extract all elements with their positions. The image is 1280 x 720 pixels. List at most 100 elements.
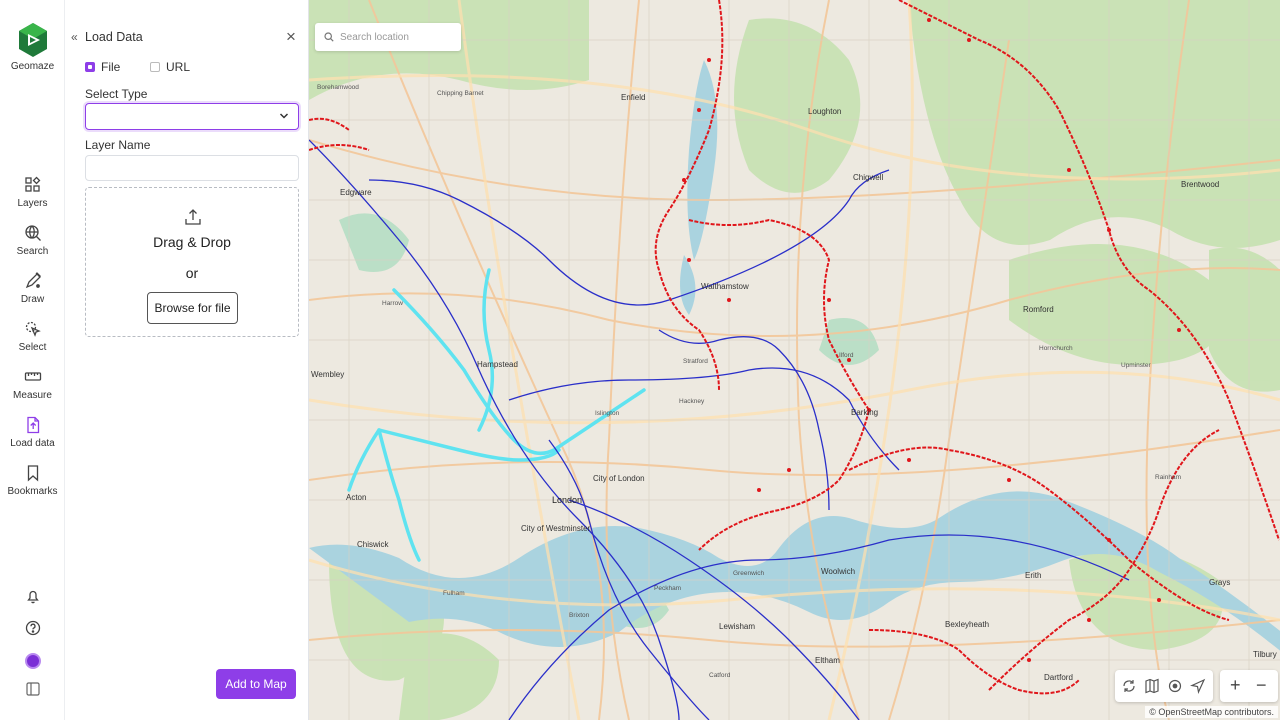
rail-bookmarks-label: Bookmarks <box>7 486 58 497</box>
load-data-icon <box>26 416 39 434</box>
select-type-label: Select Type <box>85 87 148 101</box>
browse-file-button[interactable]: Browse for file <box>147 292 238 324</box>
sidebar-toggle-button[interactable] <box>0 682 65 696</box>
label-enfield: Enfield <box>621 93 646 102</box>
source-option-url[interactable]: URL <box>150 60 190 74</box>
label-woolwich: Woolwich <box>821 567 856 576</box>
map-basemap <box>309 0 1280 720</box>
map-attribution[interactable]: © OpenStreetMap contributors. <box>1145 706 1278 718</box>
select-icon <box>25 321 41 337</box>
load-data-panel: « Load Data × File URL Select Type Layer… <box>65 0 309 720</box>
add-to-map-button[interactable]: Add to Map <box>216 669 296 699</box>
rail-select[interactable]: Select <box>0 320 65 353</box>
rail-bookmarks[interactable]: Bookmarks <box>0 464 65 497</box>
map-toolbar <box>1115 670 1213 702</box>
notifications-button[interactable] <box>0 588 65 604</box>
bell-icon <box>26 590 39 604</box>
rail-measure[interactable]: Measure <box>0 368 65 401</box>
app-root: Geomaze Layers Search Draw Select Measur… <box>0 0 1280 720</box>
label-harrow: Harrow <box>382 300 403 307</box>
label-rainham: Rainham <box>1155 474 1182 481</box>
rail-load-data[interactable]: Load data <box>0 416 65 449</box>
rail-measure-label: Measure <box>13 390 52 401</box>
label-city-of-westminster: City of Westminster <box>521 524 591 533</box>
search-placeholder: Search location <box>340 32 409 43</box>
app-logo[interactable]: Geomaze <box>0 22 65 72</box>
label-hampstead: Hampstead <box>477 360 518 369</box>
or-text: or <box>185 265 199 281</box>
zoom-in-button[interactable]: + <box>1230 675 1241 696</box>
rotate-icon[interactable] <box>1121 678 1137 694</box>
label-stratford: Stratford <box>683 358 708 365</box>
label-romford: Romford <box>1023 305 1054 314</box>
rail-load-data-label: Load data <box>10 438 55 449</box>
label-hackney: Hackney <box>679 398 705 405</box>
file-checkbox[interactable] <box>85 62 95 72</box>
source-option-file[interactable]: File <box>85 60 120 74</box>
label-chigwell: Chigwell <box>853 173 884 182</box>
url-checkbox[interactable] <box>150 62 160 72</box>
label-eltham: Eltham <box>815 656 840 665</box>
select-type-dropdown[interactable] <box>85 103 299 130</box>
rail-layers[interactable]: Layers <box>0 176 65 209</box>
location-search-input[interactable]: Search location <box>315 23 461 51</box>
label-peckham: Peckham <box>654 585 682 592</box>
label-barnet: Chipping Barnet <box>437 90 484 97</box>
user-avatar-button[interactable] <box>0 653 65 669</box>
zoom-out-button[interactable]: − <box>1256 675 1267 696</box>
left-rail: Geomaze Layers Search Draw Select Measur… <box>0 0 65 720</box>
label-chiswick: Chiswick <box>357 540 389 549</box>
label-islington: Islington <box>595 410 620 417</box>
rail-draw[interactable]: Draw <box>0 272 65 305</box>
label-wembley: Wembley <box>311 370 345 379</box>
navigate-icon[interactable] <box>1190 678 1206 694</box>
label-catford: Catford <box>709 672 731 679</box>
search-icon <box>324 32 334 42</box>
drag-drop-text: Drag & Drop <box>153 234 231 250</box>
label-brixton: Brixton <box>569 612 590 619</box>
layers-icon <box>24 176 40 192</box>
label-bexleyheath: Bexleyheath <box>945 620 990 629</box>
layer-name-input[interactable] <box>85 155 299 181</box>
panel-title: Load Data <box>85 30 143 44</box>
label-lewisham: Lewisham <box>719 622 756 631</box>
avatar <box>24 653 41 669</box>
zoom-controls: + − <box>1220 670 1278 702</box>
draw-icon <box>25 272 41 289</box>
ruler-icon <box>24 372 41 381</box>
chevron-down-icon <box>279 113 289 119</box>
collapse-panel-button[interactable]: « <box>71 30 78 44</box>
bookmark-icon <box>27 465 38 482</box>
help-button[interactable] <box>0 620 65 636</box>
label-hornchurch: Hornchurch <box>1039 345 1073 352</box>
rail-search-label: Search <box>16 246 49 257</box>
search-globe-icon <box>24 225 41 241</box>
label-loughton: Loughton <box>808 107 842 116</box>
locate-icon[interactable] <box>1167 678 1183 694</box>
upload-icon <box>185 209 201 225</box>
geomaze-logo-icon <box>18 23 47 57</box>
map-style-icon[interactable] <box>1144 678 1160 694</box>
help-icon <box>25 620 40 636</box>
layer-name-label: Layer Name <box>85 138 151 152</box>
label-city-of-london: City of London <box>593 474 645 483</box>
label-edgware: Edgware <box>340 188 372 197</box>
label-borehamwood: Borehamwood <box>317 84 359 91</box>
app-name: Geomaze <box>10 61 55 72</box>
map-view[interactable]: London City of London City of Westminste… <box>309 0 1280 720</box>
rail-select-label: Select <box>18 342 47 353</box>
label-london: London <box>552 495 583 505</box>
url-option-label: URL <box>166 60 191 74</box>
close-panel-button[interactable]: × <box>286 28 296 45</box>
sidebar-toggle-icon <box>25 682 40 696</box>
file-dropzone[interactable]: Drag & Drop or Browse for file <box>85 187 299 337</box>
label-acton: Acton <box>346 493 367 502</box>
label-greenwich: Greenwich <box>733 570 765 577</box>
label-dartford: Dartford <box>1044 673 1073 682</box>
label-erith: Erith <box>1025 571 1042 580</box>
label-tilbury: Tilbury <box>1253 650 1277 659</box>
rail-layers-label: Layers <box>17 198 48 209</box>
rail-search[interactable]: Search <box>0 224 65 257</box>
label-brentwood: Brentwood <box>1181 180 1220 189</box>
label-barking: Barking <box>851 408 879 417</box>
